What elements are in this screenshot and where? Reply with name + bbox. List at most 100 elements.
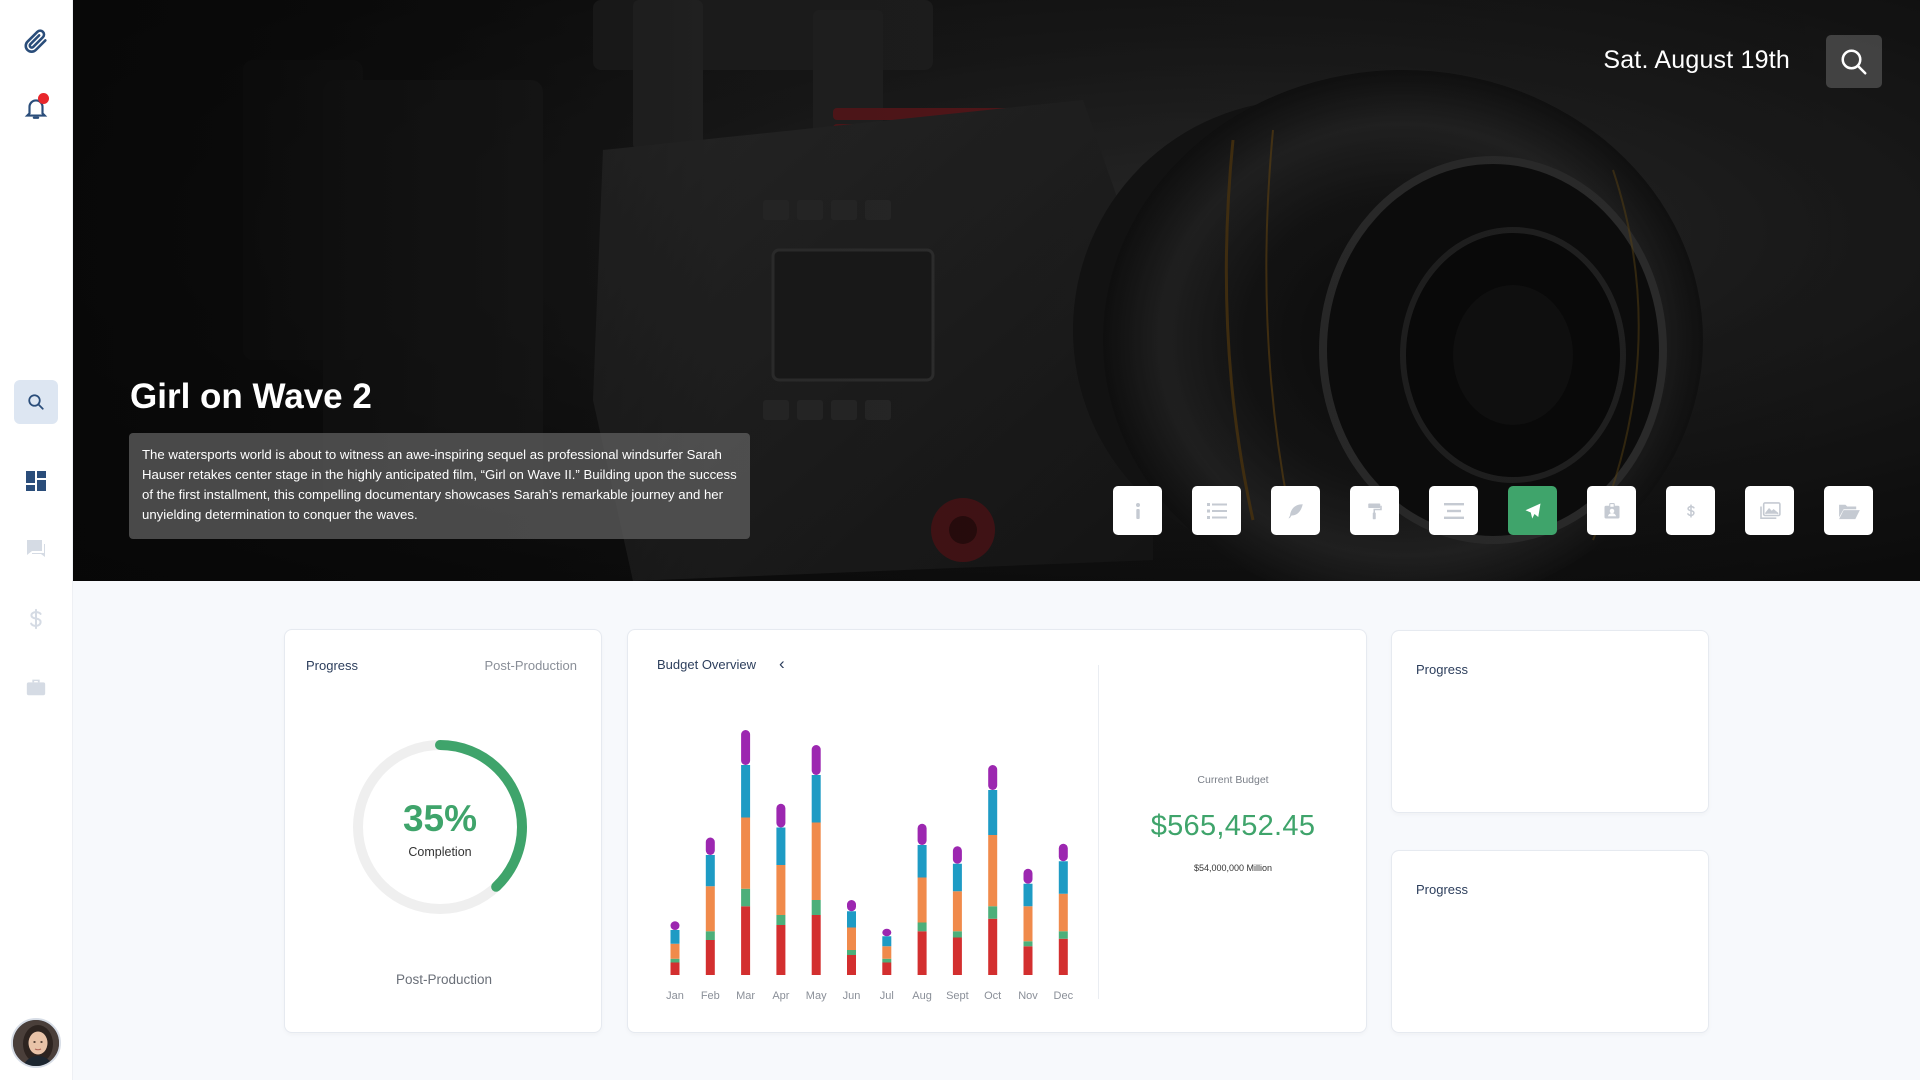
bar-segment-nov-0 [1023, 946, 1033, 975]
current-budget-value: $565,452.45 [1150, 810, 1316, 842]
bar-segment-apr-3 [776, 827, 786, 865]
attachment-button[interactable] [14, 19, 58, 63]
card-title: Progress [1416, 662, 1469, 677]
notes-button[interactable] [1271, 486, 1320, 535]
x-tick-label: Sept [946, 990, 969, 1002]
bar-segment-jul-2 [882, 946, 892, 959]
bar-segment-aug-0 [917, 931, 927, 975]
bar-segment-aug-2 [917, 877, 927, 923]
chat-icon [27, 540, 45, 557]
bar-segment-oct-0 [988, 918, 998, 975]
bar-segment-may-2 [811, 822, 821, 900]
align-icon [1443, 502, 1464, 519]
completion-donut: 35% Completion [347, 734, 533, 920]
user-avatar[interactable] [11, 1018, 61, 1068]
sidebar-item-projects[interactable] [14, 665, 58, 709]
sidebar [0, 0, 73, 1080]
info-icon [1135, 502, 1140, 519]
checklist-button[interactable] [1192, 486, 1241, 535]
progress-card-small: Progress [1391, 630, 1709, 813]
budget-card: Budget Overview ‹ Jan Feb Mar Apr May Jun Jul A… [627, 629, 1367, 1033]
bar-segment-oct-1 [988, 906, 998, 919]
feather-icon [1288, 503, 1303, 518]
design-button[interactable] [1350, 486, 1399, 535]
sidebar-item-search[interactable] [14, 380, 58, 424]
briefcase-icon [26, 679, 46, 696]
bar-segment-may-1 [811, 900, 821, 915]
bar-segment-apr-0 [776, 925, 786, 975]
info-button[interactable] [1113, 486, 1162, 535]
chevron-left-icon[interactable]: ‹ [779, 654, 785, 674]
x-tick-label: Jul [880, 990, 894, 1002]
total-budget-label: $54,000,000 Million [1193, 863, 1273, 873]
bar-segment-jul-3 [882, 936, 892, 947]
search-icon [28, 394, 44, 410]
bar-segment-feb-4 [705, 837, 715, 855]
x-tick-label: Mar [736, 990, 755, 1002]
bar-segment-sept-2 [952, 891, 962, 932]
current-budget-caption: Current Budget [1197, 774, 1269, 786]
search-icon [1841, 49, 1867, 74]
bar-segment-oct-4 [988, 765, 998, 790]
id-badge-icon [1604, 502, 1619, 518]
dollar-icon [1686, 503, 1695, 518]
bar-segment-aug-3 [917, 845, 927, 878]
bar-segment-jun-3 [847, 911, 856, 928]
project-title: Girl on Wave 2 [130, 377, 372, 416]
x-tick-label: Apr [772, 990, 789, 1002]
bar-segment-feb-0 [705, 940, 715, 975]
bar-segment-oct-2 [988, 835, 998, 907]
paint-roller-icon [1367, 503, 1382, 519]
bar-segment-jun-0 [847, 955, 856, 975]
bar-segment-jan-2 [670, 943, 680, 959]
script-button[interactable] [1429, 486, 1478, 535]
distribution-button[interactable] [1508, 486, 1557, 535]
avatar-portrait [13, 1020, 59, 1066]
hero-search-button[interactable] [1826, 35, 1882, 88]
bar-segment-mar-2 [741, 817, 751, 889]
card-title: Progress [306, 658, 359, 673]
bar-segment-feb-1 [705, 931, 715, 940]
current-date: Sat. August 19th [1603, 46, 1790, 74]
project-toolbar [1113, 486, 1873, 535]
folder-open-icon [1838, 504, 1860, 519]
notifications-button[interactable] [14, 86, 58, 130]
checklist-icon [1206, 502, 1227, 519]
bar-segment-may-3 [811, 775, 821, 823]
x-tick-label: Dec [1054, 990, 1074, 1002]
bar-segment-dec-4 [1058, 843, 1068, 862]
budget-bar-chart: Jan Feb Mar Apr May Jun Jul Aug Sept Oct Nov Dec [666, 730, 1074, 1002]
bar-segment-aug-1 [917, 922, 927, 932]
gallery-button[interactable] [1745, 486, 1794, 535]
bar-segment-mar-3 [741, 765, 751, 818]
crew-button[interactable] [1587, 486, 1636, 535]
card-title: Progress [1416, 882, 1469, 897]
files-button[interactable] [1824, 486, 1873, 535]
bar-segment-jul-4 [882, 928, 892, 937]
bar-segment-oct-3 [988, 790, 998, 835]
bar-segment-apr-2 [776, 865, 786, 915]
bar-segment-mar-0 [741, 906, 751, 975]
bar-segment-feb-3 [705, 855, 715, 887]
bar-segment-may-0 [811, 915, 821, 975]
sidebar-item-dashboard[interactable] [14, 459, 58, 503]
bar-segment-nov-4 [1023, 868, 1033, 884]
sidebar-item-messages[interactable] [14, 527, 58, 571]
x-tick-label: May [806, 990, 827, 1002]
bar-segment-dec-2 [1058, 893, 1068, 932]
sidebar-item-finance[interactable] [14, 597, 58, 641]
bar-segment-sept-1 [952, 931, 962, 938]
bar-segment-sept-4 [952, 846, 962, 864]
bar-segment-apr-4 [776, 803, 786, 828]
bar-segment-jan-4 [670, 921, 680, 930]
x-tick-label: Oct [984, 990, 1001, 1002]
budget-button[interactable] [1666, 486, 1715, 535]
notification-dot [38, 93, 49, 104]
bar-segment-jan-0 [670, 962, 680, 975]
bar-segment-sept-0 [952, 937, 962, 975]
bar-segment-jun-4 [847, 900, 856, 912]
bar-segment-jul-1 [882, 958, 892, 963]
progress-card: Progress Post-Production 35% Completion … [284, 629, 602, 1033]
hero-banner: Sat. August 19th Girl on Wave 2 The wate… [73, 0, 1920, 581]
bar-segment-nov-1 [1023, 941, 1033, 947]
